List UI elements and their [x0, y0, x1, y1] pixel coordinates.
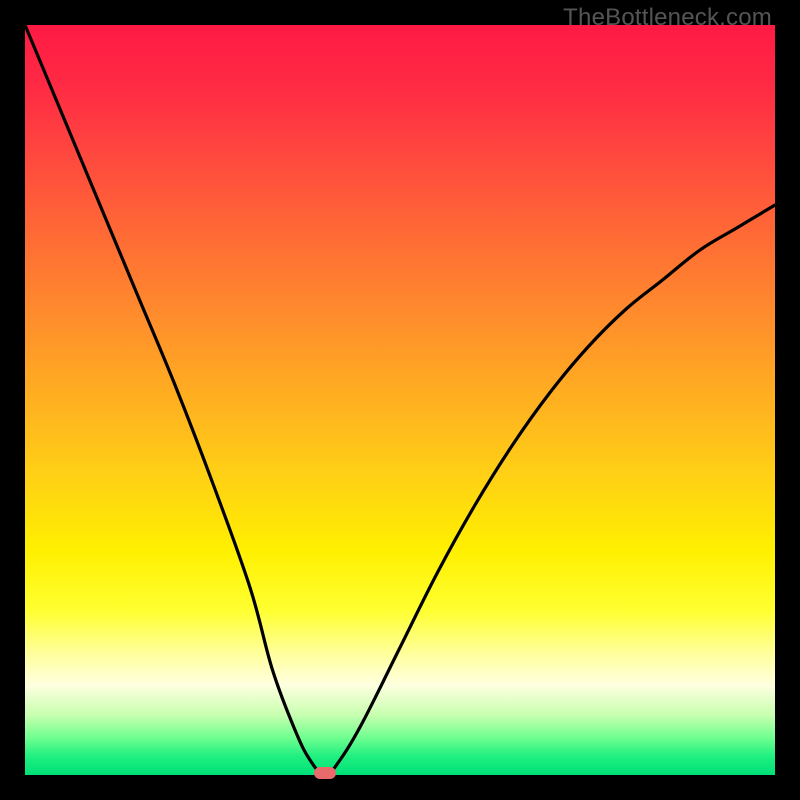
curve-path: [25, 25, 775, 775]
plot-area: [25, 25, 775, 775]
chart-frame: TheBottleneck.com: [0, 0, 800, 800]
optimum-marker: [314, 767, 336, 779]
bottleneck-curve: [25, 25, 775, 775]
